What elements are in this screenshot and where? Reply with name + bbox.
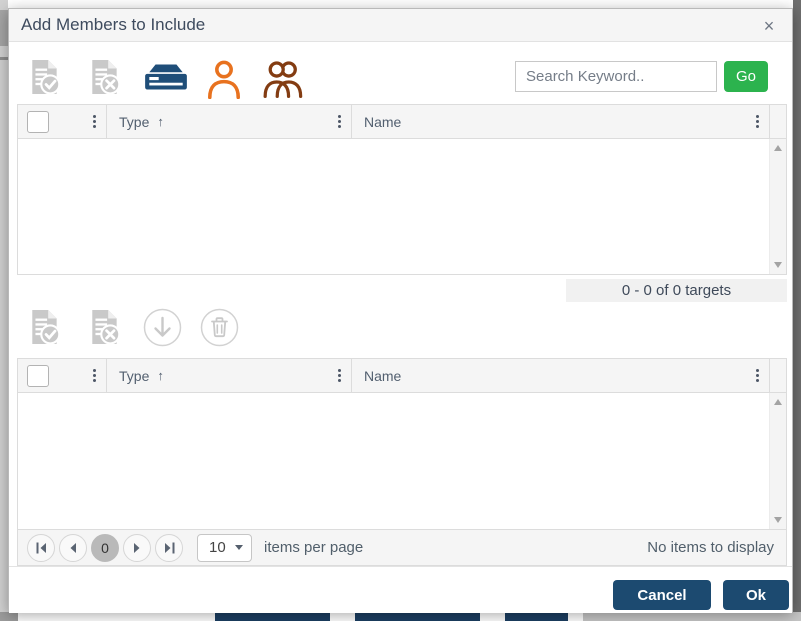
document-check-icon bbox=[32, 310, 61, 345]
scroll-up-icon[interactable] bbox=[774, 399, 782, 405]
scroll-down-icon[interactable] bbox=[774, 262, 782, 268]
sort-asc-icon: ↑ bbox=[157, 114, 164, 129]
select-all-selected-document-check-icon[interactable] bbox=[29, 309, 61, 345]
dialog-title: Add Members to Include bbox=[21, 15, 206, 34]
next-page-icon bbox=[134, 542, 140, 553]
column-menu-icon[interactable] bbox=[334, 111, 345, 132]
pager-prev-button[interactable] bbox=[59, 533, 87, 562]
background-page-right bbox=[793, 0, 801, 621]
column-menu-icon[interactable] bbox=[752, 365, 763, 386]
selected-grid-header: Type ↑ Name bbox=[18, 359, 786, 393]
user-icon bbox=[208, 60, 240, 99]
header-cell-filler bbox=[770, 359, 786, 392]
background-page-bottom bbox=[0, 612, 801, 621]
search-input[interactable] bbox=[515, 61, 717, 92]
vertical-scrollbar[interactable] bbox=[769, 393, 786, 529]
screen: Add Members to Include × Search Keyword.… bbox=[0, 0, 801, 621]
items-per-page-label: items per page bbox=[264, 539, 364, 556]
first-page-icon bbox=[36, 542, 46, 553]
column-menu-icon[interactable] bbox=[334, 365, 345, 386]
add-group-icon[interactable] bbox=[262, 60, 304, 98]
column-menu-icon[interactable] bbox=[89, 111, 100, 132]
available-grid-body bbox=[18, 139, 786, 274]
pager-first-button[interactable] bbox=[27, 533, 55, 562]
go-button[interactable]: Go bbox=[724, 61, 768, 92]
background-page-left bbox=[0, 0, 8, 612]
pager-empty-message: No items to display bbox=[647, 539, 774, 556]
pager: 0 10 items per page No items to display bbox=[18, 529, 786, 565]
header-cell-type[interactable]: Type ↑ bbox=[107, 359, 352, 392]
prev-page-icon bbox=[70, 542, 76, 553]
header-cell-select bbox=[18, 105, 107, 138]
pager-next-button[interactable] bbox=[123, 533, 151, 562]
available-targets-grid: Type ↑ Name bbox=[17, 104, 787, 275]
vertical-scrollbar[interactable] bbox=[769, 139, 786, 274]
document-x-icon bbox=[92, 310, 121, 345]
chevron-down-icon bbox=[235, 545, 243, 550]
server-icon bbox=[145, 64, 187, 90]
targets-count-status: 0 - 0 of 0 targets bbox=[566, 279, 787, 302]
column-label-type: Type bbox=[119, 367, 150, 384]
header-cell-select bbox=[18, 359, 107, 392]
header-cell-name[interactable]: Name bbox=[352, 105, 770, 138]
column-label-name: Name bbox=[364, 113, 402, 130]
pager-page-0-button[interactable]: 0 bbox=[91, 533, 119, 562]
document-check-icon bbox=[32, 60, 61, 95]
add-user-icon[interactable] bbox=[206, 59, 242, 99]
column-label-type: Type bbox=[119, 113, 150, 130]
select-all-document-check-icon[interactable] bbox=[29, 59, 61, 95]
header-cell-name[interactable]: Name bbox=[352, 359, 770, 392]
delete-icon[interactable] bbox=[200, 308, 239, 347]
selected-grid-body bbox=[18, 393, 786, 529]
available-grid-header: Type ↑ Name bbox=[18, 105, 786, 139]
column-menu-icon[interactable] bbox=[752, 111, 763, 132]
header-cell-type[interactable]: Type ↑ bbox=[107, 105, 352, 138]
close-icon[interactable]: × bbox=[756, 13, 782, 39]
page-size-value: 10 bbox=[209, 539, 226, 556]
header-cell-filler bbox=[770, 105, 786, 138]
circle-down-arrow-icon bbox=[143, 308, 182, 347]
sort-asc-icon: ↑ bbox=[157, 368, 164, 383]
scroll-down-icon[interactable] bbox=[774, 517, 782, 523]
circle-trash-icon bbox=[200, 308, 239, 347]
page-size-select[interactable]: 10 bbox=[197, 533, 252, 562]
cancel-button[interactable]: Cancel bbox=[613, 580, 711, 610]
last-page-icon bbox=[164, 542, 174, 553]
move-down-icon[interactable] bbox=[143, 308, 182, 347]
document-x-icon bbox=[92, 60, 121, 95]
pager-last-button[interactable] bbox=[155, 533, 183, 562]
ok-button[interactable]: Ok bbox=[723, 580, 789, 610]
dialog-titlebar: Add Members to Include × bbox=[9, 9, 792, 42]
scroll-up-icon[interactable] bbox=[774, 145, 782, 151]
select-all-checkbox[interactable] bbox=[27, 110, 49, 133]
add-targets-server-icon[interactable] bbox=[142, 61, 190, 93]
group-icon bbox=[263, 61, 303, 98]
dialog-footer: Cancel Ok bbox=[9, 566, 792, 613]
deselect-all-document-x-icon[interactable] bbox=[89, 59, 121, 95]
selected-members-grid: Type ↑ Name 0 10 items per page No items… bbox=[17, 358, 787, 566]
select-all-checkbox[interactable] bbox=[27, 364, 49, 387]
deselect-all-selected-document-x-icon[interactable] bbox=[89, 309, 121, 345]
add-members-dialog: Add Members to Include × Search Keyword.… bbox=[8, 8, 793, 613]
column-menu-icon[interactable] bbox=[89, 365, 100, 386]
column-label-name: Name bbox=[364, 367, 402, 384]
